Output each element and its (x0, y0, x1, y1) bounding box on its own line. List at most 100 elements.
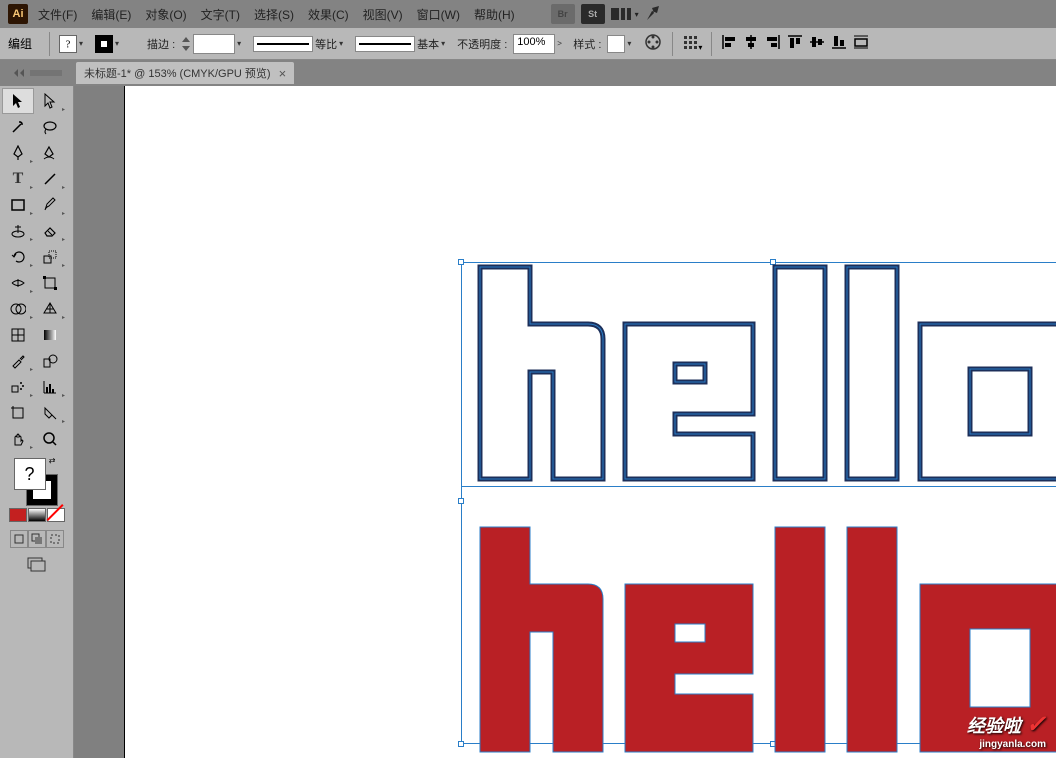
draw-inside[interactable] (46, 530, 64, 548)
separator (49, 32, 50, 56)
opacity-control[interactable]: 100% > (513, 34, 567, 54)
align-center-v-icon[interactable] (809, 34, 825, 53)
direct-selection-tool[interactable]: ▸ (34, 88, 66, 114)
watermark: 经验啦 ✓ jingyanla.com (967, 710, 1046, 750)
align-left-icon[interactable] (721, 34, 737, 53)
align-bottom-icon[interactable] (831, 34, 847, 53)
style-control[interactable]: ▾ (607, 35, 637, 53)
bridge-icon[interactable]: Br (551, 4, 575, 24)
chevron-down-icon[interactable]: ▾ (115, 39, 125, 48)
panel-collapse-toggle[interactable] (0, 60, 74, 86)
rectangle-tool[interactable]: ▸ (2, 192, 34, 218)
fill-control[interactable]: ▾ (59, 35, 89, 53)
options-bar: 编组 ▾ ▾ 描边 : ▾ 等比 ▾ 基本 ▾ 不透明度 : 100% > 样式… (0, 28, 1056, 60)
align-center-h-icon[interactable] (743, 34, 759, 53)
close-tab-icon[interactable]: × (279, 66, 287, 81)
canvas-area[interactable] (74, 86, 1056, 758)
eyedropper-tool[interactable]: ▸ (2, 348, 34, 374)
recolor-icon[interactable] (643, 32, 663, 55)
free-transform-tool[interactable] (34, 270, 66, 296)
profile-control[interactable]: 等比 ▾ (253, 36, 349, 52)
hand-tool[interactable]: ▸ (2, 426, 34, 452)
lasso-tool[interactable] (34, 114, 66, 140)
align-right-icon[interactable] (765, 34, 781, 53)
menu-view[interactable]: 视图(V) (359, 4, 407, 25)
draw-normal[interactable] (10, 530, 28, 548)
zoom-tool[interactable] (34, 426, 66, 452)
scale-tool[interactable]: ▸ (34, 244, 66, 270)
menu-window[interactable]: 窗口(W) (413, 4, 464, 25)
chevron-down-icon[interactable]: ▾ (627, 39, 637, 48)
screen-mode-icon[interactable] (26, 556, 48, 577)
eraser-tool[interactable]: ▸ (34, 218, 66, 244)
menu-help[interactable]: 帮助(H) (470, 4, 519, 25)
toolbox: ▸ ▸ T▸ ▸ ▸ ▸ ▸ ▸ ▸ ▸ ▸ ▸ (0, 86, 74, 758)
menu-select[interactable]: 选择(S) (250, 4, 298, 25)
symbol-sprayer-tool[interactable]: ▸ (2, 374, 34, 400)
color-swatches (9, 508, 65, 522)
draw-behind[interactable] (28, 530, 46, 548)
fill-color-box[interactable]: ? (14, 458, 46, 490)
transform-icon[interactable] (853, 34, 869, 53)
pen-tool[interactable]: ▸ (2, 140, 34, 166)
paintbrush-tool[interactable]: ▸ (34, 192, 66, 218)
graph-tool[interactable]: ▸ (34, 374, 66, 400)
swatch-red[interactable] (9, 508, 27, 522)
chevron-down-icon[interactable]: > (557, 39, 567, 48)
document-tab[interactable]: 未标题-1* @ 153% (CMYK/GPU 预览) × (76, 62, 294, 84)
profile-preview (253, 36, 313, 52)
menu-file[interactable]: 文件(F) (34, 4, 81, 25)
stroke-weight-input[interactable]: ▾ (181, 34, 247, 54)
gradient-tool[interactable] (34, 322, 66, 348)
align-top-icon[interactable] (787, 34, 803, 53)
swatch-gradient[interactable] (28, 508, 46, 522)
document-tab-title: 未标题-1* @ 153% (CMYK/GPU 预览) (84, 65, 271, 81)
align-to-icon[interactable]: ▾ (682, 34, 702, 53)
profile-label: 等比 (315, 36, 337, 52)
menu-object[interactable]: 对象(O) (141, 4, 190, 25)
selection-handle[interactable] (458, 259, 464, 265)
stroke-control[interactable]: ▾ (95, 35, 125, 53)
selection-handle[interactable] (458, 498, 464, 504)
watermark-text: 经验啦 (967, 716, 1021, 736)
swatch-none[interactable] (47, 508, 65, 522)
separator (711, 32, 712, 56)
fill-stroke-indicator[interactable]: ? ⇄ (12, 456, 62, 506)
fill-swatch[interactable] (59, 35, 77, 53)
line-tool[interactable]: ▸ (34, 166, 66, 192)
chevron-down-icon[interactable]: ▾ (237, 39, 247, 48)
menu-effect[interactable]: 效果(C) (304, 4, 353, 25)
chevron-down-icon[interactable]: ▾ (441, 39, 451, 48)
curvature-tool[interactable] (34, 140, 66, 166)
brush-control[interactable]: 基本 ▾ (355, 36, 451, 52)
mesh-tool[interactable] (2, 322, 34, 348)
stroke-swatch[interactable] (95, 35, 113, 53)
slice-tool[interactable]: ▸ (34, 400, 66, 426)
type-tool[interactable]: T▸ (2, 166, 34, 192)
shaper-tool[interactable]: ▸ (2, 218, 34, 244)
opacity-field[interactable]: 100% (513, 34, 555, 54)
artboard-tool[interactable] (2, 400, 34, 426)
chevron-down-icon[interactable]: ▾ (79, 39, 89, 48)
magic-wand-tool[interactable] (2, 114, 34, 140)
document-tab-bar: 未标题-1* @ 153% (CMYK/GPU 预览) × (0, 60, 1056, 86)
style-swatch[interactable] (607, 35, 625, 53)
cc-search-icon[interactable] (645, 4, 663, 25)
separator (672, 32, 673, 56)
menu-type[interactable]: 文字(T) (197, 4, 244, 25)
arrange-docs-icon[interactable]: ▾ (611, 6, 639, 22)
selection-handle[interactable] (458, 741, 464, 747)
swap-fill-stroke-icon[interactable]: ⇄ (49, 456, 56, 465)
rotate-tool[interactable]: ▸ (2, 244, 34, 270)
width-tool[interactable]: ▸ (2, 270, 34, 296)
artboard[interactable] (124, 86, 1056, 758)
shape-builder-tool[interactable]: ▸ (2, 296, 34, 322)
menu-edit[interactable]: 编辑(E) (87, 4, 135, 25)
hello-outline-text[interactable] (475, 264, 1056, 484)
perspective-tool[interactable]: ▸ (34, 296, 66, 322)
stock-icon[interactable]: St (581, 4, 605, 24)
chevron-down-icon[interactable]: ▾ (339, 39, 349, 48)
blend-tool[interactable] (34, 348, 66, 374)
stroke-weight-field[interactable] (193, 34, 235, 54)
selection-tool[interactable] (2, 88, 34, 114)
